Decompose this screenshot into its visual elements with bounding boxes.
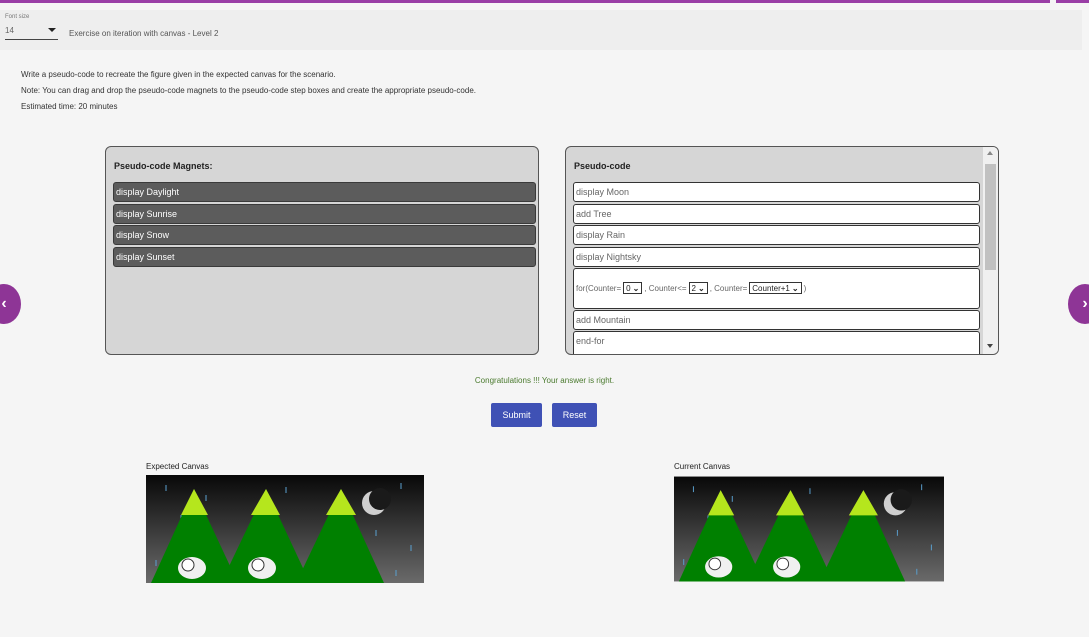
font-size-label: Font size	[5, 14, 30, 20]
magnets-title: Pseudo-code Magnets:	[114, 161, 213, 171]
pseudocode-title: Pseudo-code	[574, 161, 631, 171]
font-size-value: 14	[5, 26, 14, 35]
chevron-left-icon: ‹	[1, 295, 7, 312]
counter-limit-select[interactable]: 2 ⌄	[688, 282, 708, 294]
submit-button[interactable]: Submit	[491, 403, 542, 427]
top-accent-bar	[0, 0, 1050, 3]
counter-init-select[interactable]: 0 ⌄	[623, 282, 643, 294]
pseudocode-step[interactable]: display Rain	[573, 225, 980, 245]
font-size-select[interactable]: 14	[5, 26, 58, 40]
previous-button[interactable]: ‹	[0, 284, 21, 324]
pseudocode-scrollbar[interactable]	[983, 147, 998, 354]
instruction-text: Write a pseudo-code to recreate the figu…	[21, 70, 336, 79]
sheep-icon	[248, 557, 276, 579]
header-bar: Font size 14 Exercise on iteration with …	[0, 10, 1082, 50]
expected-canvas	[146, 475, 424, 583]
chevron-down-icon: ⌄	[632, 283, 640, 293]
reset-button[interactable]: Reset	[552, 403, 597, 427]
magnets-panel: Pseudo-code Magnets: display Daylight di…	[105, 146, 539, 355]
magnet-item[interactable]: display Snow	[113, 225, 536, 245]
exercise-title: Exercise on iteration with canvas - Leve…	[69, 29, 219, 38]
for-loop-line: for(Counter= 0 ⌄ , Counter<= 2 ⌄ , Counter…	[576, 282, 977, 294]
estimated-time: Estimated time: 20 minutes	[21, 102, 118, 111]
magnet-item[interactable]: display Sunrise	[113, 204, 536, 224]
counter-increment-value: Counter+1	[752, 283, 790, 293]
pseudocode-step[interactable]: end-for	[573, 331, 980, 354]
pseudocode-step[interactable]: add Tree	[573, 204, 980, 224]
magnet-item[interactable]: display Sunset	[113, 247, 536, 267]
for-increment-text: , Counter=	[709, 283, 748, 293]
scroll-up-icon[interactable]	[987, 151, 993, 155]
for-prefix: for(Counter=	[576, 283, 622, 293]
instruction-note: Note: You can drag and drop the pseudo-c…	[21, 86, 476, 95]
dropdown-arrow-icon	[48, 28, 56, 32]
top-accent-bar-right	[1056, 0, 1089, 3]
chevron-down-icon: ⌄	[698, 283, 705, 293]
chevron-down-icon: ⌄	[791, 283, 799, 293]
counter-limit-value: 2	[691, 283, 696, 293]
current-canvas-label: Current Canvas	[674, 462, 731, 471]
counter-init-value: 0	[626, 283, 631, 293]
chevron-right-icon: ›	[1082, 295, 1088, 312]
pseudocode-step-for[interactable]: for(Counter= 0 ⌄ , Counter<= 2 ⌄ , Counter…	[573, 268, 980, 309]
success-message: Congratulations !!! Your answer is right…	[474, 376, 615, 385]
pseudocode-step[interactable]: display Nightsky	[573, 247, 980, 267]
scrollbar-thumb[interactable]	[985, 164, 996, 270]
counter-increment-select[interactable]: Counter+1 ⌄	[749, 282, 802, 294]
pseudocode-step[interactable]: display Moon	[573, 182, 980, 202]
sheep-icon	[705, 556, 733, 578]
pseudocode-step[interactable]: add Mountain	[573, 310, 980, 330]
magnet-item[interactable]: display Daylight	[113, 182, 536, 202]
next-button[interactable]: ›	[1068, 284, 1089, 324]
current-canvas	[674, 476, 944, 582]
sheep-icon	[773, 556, 801, 578]
sheep-icon	[178, 557, 206, 579]
for-suffix: )	[803, 283, 807, 293]
for-condition-text: , Counter<=	[644, 283, 687, 293]
scroll-down-icon[interactable]	[987, 344, 993, 348]
expected-canvas-label: Expected Canvas	[146, 462, 209, 471]
pseudocode-panel: Pseudo-code display Moon add Tree displa…	[565, 146, 999, 355]
